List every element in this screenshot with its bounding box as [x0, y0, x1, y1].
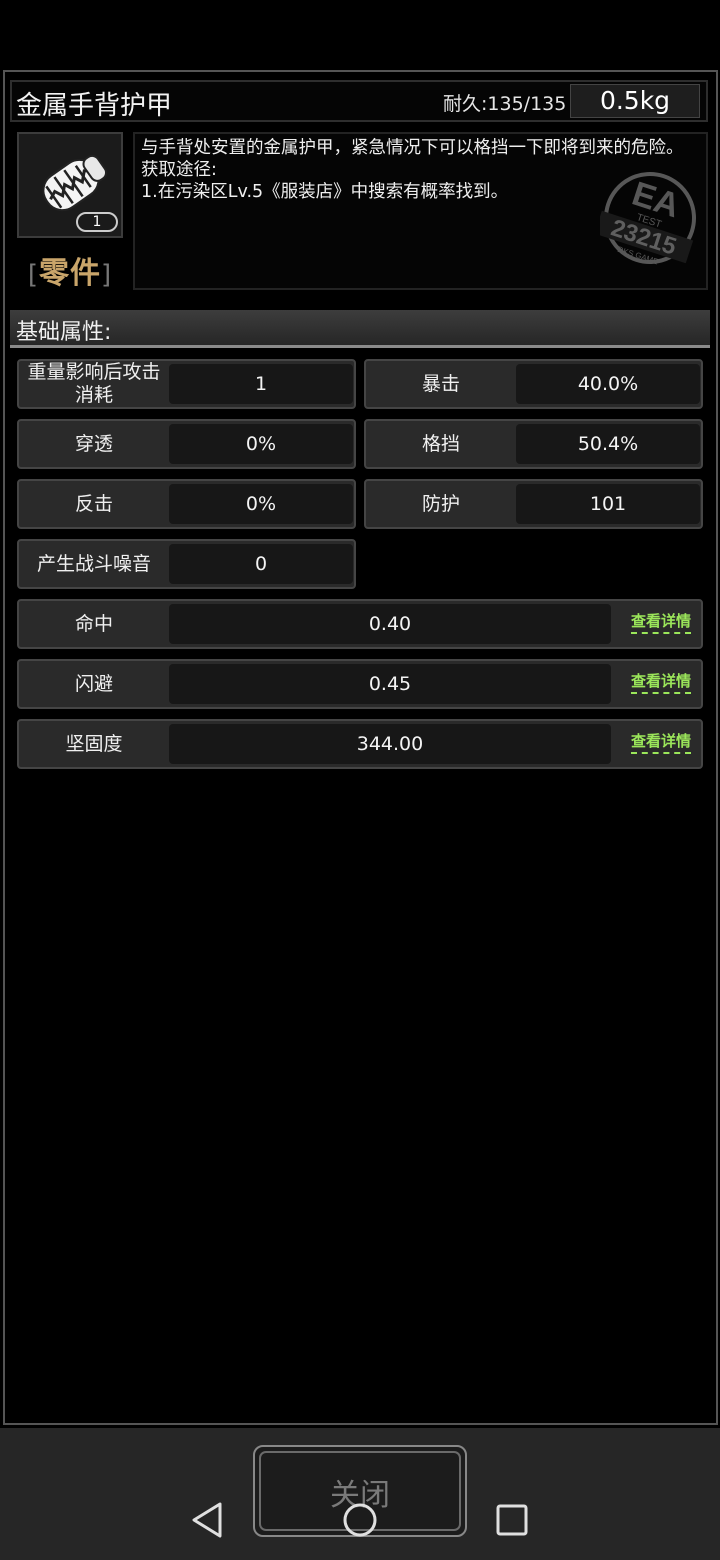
stat-label: 格挡 [421, 432, 460, 455]
section-title: 基础属性: [16, 320, 112, 345]
stat-value: 0.45 [169, 664, 611, 704]
view-details-link[interactable]: 查看详情 [630, 610, 691, 634]
item-count-badge: 1 [76, 212, 118, 232]
stat-block: 格挡 50.4% [364, 419, 703, 469]
item-type-text: 零件 [39, 256, 101, 291]
item-name: 金属手背护甲 [16, 91, 173, 121]
stat-value: 344.00 [169, 724, 611, 764]
stat-label: 穿透 [74, 432, 113, 455]
type-bracket-right: ] [101, 260, 113, 290]
stat-value: 0.40 [169, 604, 611, 644]
stat-hit: 命中 0.40 查看详情 [17, 599, 703, 649]
stat-counter: 反击 0% [17, 479, 356, 529]
item-description: 与手背处安置的金属护甲，紧急情况下可以格挡一下即将到来的危险。 获取途径: 1.… [141, 138, 684, 202]
stat-label: 暴击 [421, 372, 460, 395]
view-details-link[interactable]: 查看详情 [630, 730, 691, 754]
stat-value: 1 [169, 364, 353, 404]
stat-crit: 暴击 40.0% [364, 359, 703, 409]
durability-text: 耐久:135/135 [443, 93, 567, 115]
stat-label: 产生战斗噪音 [36, 552, 151, 575]
stat-label: 防护 [421, 492, 460, 515]
stat-toughness: 坚固度 344.00 查看详情 [17, 719, 703, 769]
stat-defense: 防护 101 [364, 479, 703, 529]
stat-value: 40.0% [516, 364, 700, 404]
stat-value: 0% [169, 484, 353, 524]
stat-label: 闪避 [74, 672, 113, 695]
recent-square-icon[interactable] [494, 1502, 530, 1538]
stat-value: 0% [169, 424, 353, 464]
weight-badge: 0.5kg [570, 84, 700, 118]
view-details-link[interactable]: 查看详情 [630, 670, 691, 694]
stat-label: 命中 [74, 612, 113, 635]
stat-pierce: 穿透 0% [17, 419, 356, 469]
home-circle-icon[interactable] [340, 1500, 380, 1540]
stat-noise: 产生战斗噪音 0 [17, 539, 356, 589]
stat-label: 反击 [74, 492, 113, 515]
stat-value: 50.4% [516, 424, 700, 464]
type-bracket-left: [ [27, 260, 39, 290]
section-header-bar [10, 310, 710, 348]
stat-value: 101 [516, 484, 700, 524]
item-type-label: [零件] [17, 248, 123, 292]
stat-label: 重量影响后攻击 消耗 [27, 361, 161, 406]
stat-label: 坚固度 [65, 732, 123, 755]
back-triangle-icon[interactable] [188, 1500, 226, 1540]
stat-value: 0 [169, 544, 353, 584]
stat-weight-attack-cost: 重量影响后攻击 消耗 1 [17, 359, 356, 409]
stat-dodge: 闪避 0.45 查看详情 [17, 659, 703, 709]
